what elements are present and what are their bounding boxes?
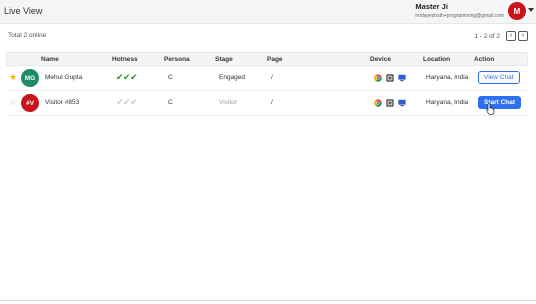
- column-header-persona: Persona: [164, 56, 190, 63]
- persona-value: C: [168, 74, 173, 81]
- avatar: #V: [21, 94, 39, 112]
- user-avatar[interactable]: M: [508, 2, 526, 20]
- top-bar: Live View Master Ji hridayeshsth+program…: [0, 0, 536, 24]
- pagination-range: 1 - 2 of 2: [474, 32, 500, 40]
- hotness-check-icons: ✔✔✔: [116, 97, 138, 107]
- stage-value: Visitor: [219, 99, 237, 106]
- desktop-icon: [398, 99, 406, 107]
- user-info[interactable]: Master Ji hridayeshsth+programming@gmail…: [415, 2, 504, 20]
- page-value: /: [271, 74, 273, 81]
- column-header-hotness: Hotness: [112, 56, 138, 63]
- footer-divider: [0, 300, 536, 301]
- os-icon: [386, 74, 394, 82]
- chrome-icon: [374, 74, 382, 82]
- star-outline-icon[interactable]: ☆: [9, 98, 17, 107]
- table-row[interactable]: ☆ #V Visitor #853 ✔✔✔ C Visitor / Haryan…: [6, 91, 528, 116]
- column-header-device: Device: [370, 56, 391, 63]
- persona-value: C: [168, 99, 173, 106]
- page-title: Live View: [4, 6, 43, 16]
- user-name: Master Ji: [415, 2, 448, 11]
- device-icons: [374, 99, 406, 107]
- visitor-name: Visitor #853: [45, 99, 80, 106]
- column-header-name: Name: [41, 56, 59, 63]
- table-header: Name Hotness Persona Stage Page Device L…: [6, 52, 528, 66]
- desktop-icon: [398, 74, 406, 82]
- start-chat-button[interactable]: Start Chat: [478, 96, 522, 109]
- location-value: Haryana, India: [426, 74, 469, 81]
- visitors-table: Name Hotness Persona Stage Page Device L…: [6, 52, 528, 116]
- column-header-page: Page: [267, 56, 283, 63]
- next-page-button[interactable]: ›: [518, 31, 528, 41]
- stage-value: Engaged: [219, 74, 246, 81]
- star-filled-icon[interactable]: ★: [9, 73, 17, 82]
- column-header-location: Location: [423, 56, 451, 63]
- pagination: 1 - 2 of 2 ‹ ›: [474, 31, 528, 41]
- view-chat-button[interactable]: View Chat: [478, 71, 520, 84]
- prev-page-button[interactable]: ‹: [506, 31, 516, 41]
- chrome-icon: [374, 99, 382, 107]
- hand-cursor-icon: [486, 103, 495, 115]
- online-count: Total 2 online: [8, 32, 47, 39]
- location-value: Haryana, India: [426, 99, 469, 106]
- table-row[interactable]: ★ MG Mehul Gupta ✔✔✔ C Engaged / Haryana…: [6, 66, 528, 91]
- device-icons: [374, 74, 406, 82]
- avatar: MG: [21, 69, 39, 87]
- column-header-action: Action: [474, 56, 495, 63]
- chevron-down-icon[interactable]: [528, 8, 534, 12]
- os-icon: [386, 99, 394, 107]
- page-value: /: [271, 99, 273, 106]
- hotness-check-icons: ✔✔✔: [116, 72, 138, 82]
- user-email: hridayeshsth+programming@gmail.com: [415, 13, 504, 19]
- column-header-stage: Stage: [215, 56, 233, 63]
- visitor-name: Mehul Gupta: [45, 74, 83, 81]
